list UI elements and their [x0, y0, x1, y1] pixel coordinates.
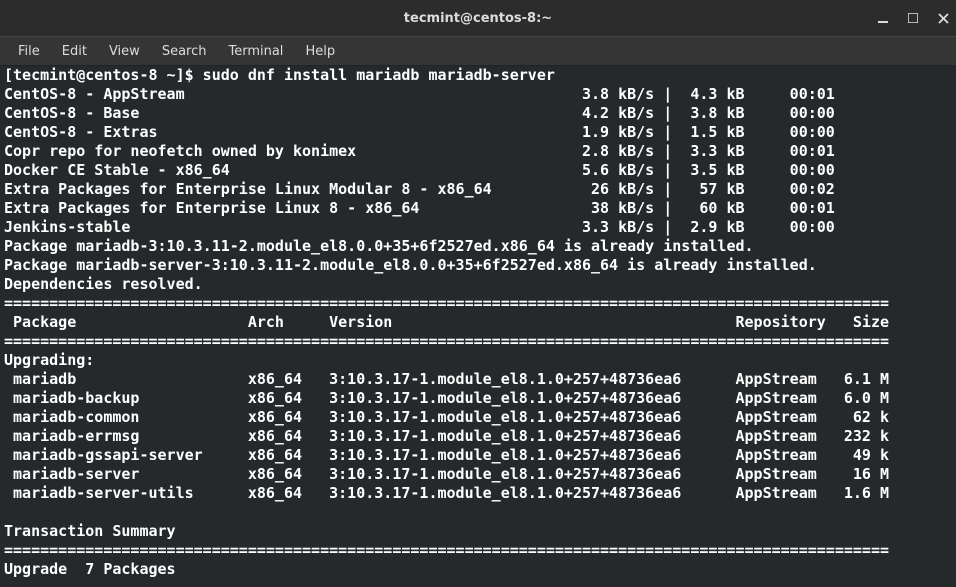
close-button[interactable] — [936, 11, 950, 25]
menu-terminal[interactable]: Terminal — [218, 40, 293, 63]
window-controls — [876, 0, 950, 36]
menu-edit[interactable]: Edit — [52, 40, 97, 63]
titlebar: tecmint@centos-8:~ — [0, 0, 956, 36]
menu-file[interactable]: File — [8, 40, 50, 63]
menu-help[interactable]: Help — [295, 40, 345, 63]
minimize-button[interactable] — [876, 11, 890, 25]
terminal-output: [tecmint@centos-8 ~]$ sudo dnf install m… — [4, 66, 952, 579]
maximize-button[interactable] — [906, 11, 920, 25]
window-title: tecmint@centos-8:~ — [404, 11, 552, 26]
menubar: File Edit View Search Terminal Help — [0, 36, 956, 66]
menu-search[interactable]: Search — [152, 40, 217, 63]
terminal-viewport[interactable]: [tecmint@centos-8 ~]$ sudo dnf install m… — [0, 66, 956, 587]
menu-view[interactable]: View — [99, 40, 150, 63]
